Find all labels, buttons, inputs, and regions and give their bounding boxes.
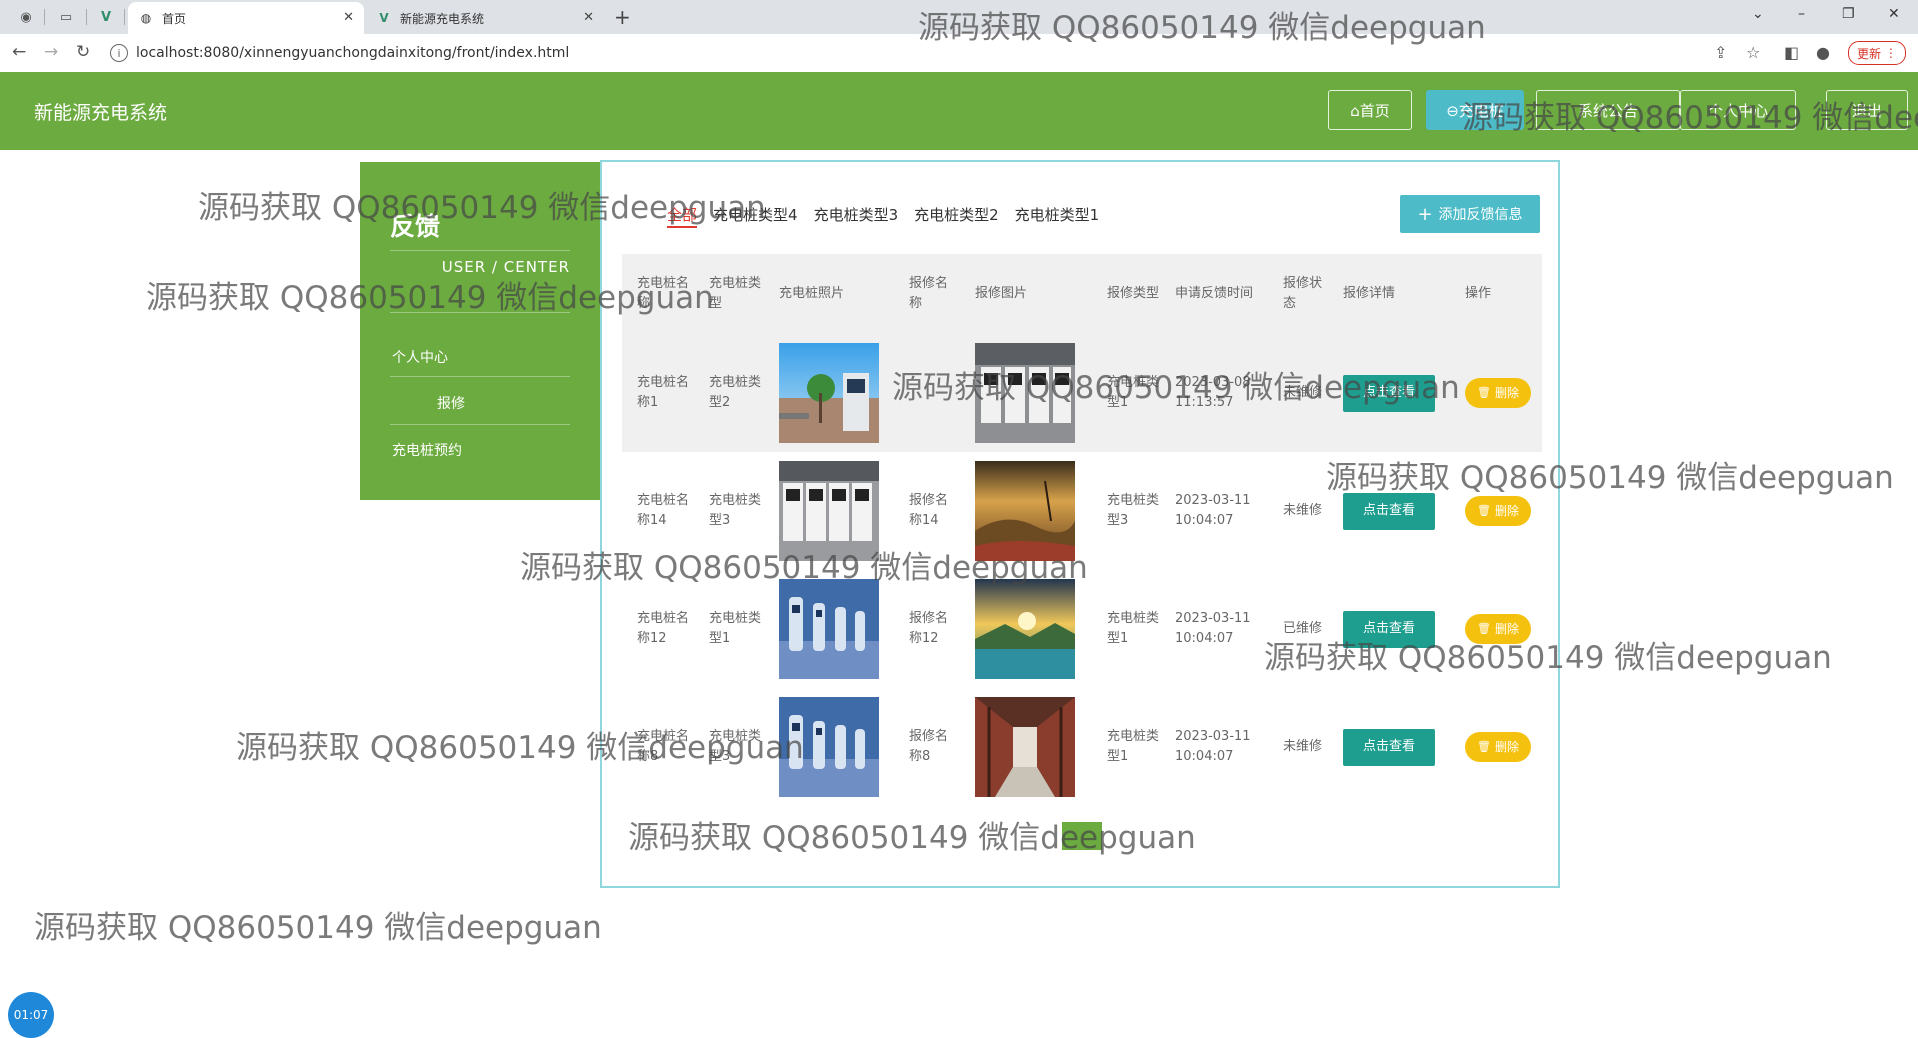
- action-cell: 🗑 删除: [1450, 688, 1542, 806]
- apply-time-cell: 2023-03-11 10:04:07: [1175, 729, 1251, 764]
- side-item-booking[interactable]: 充电桩预约: [392, 440, 462, 460]
- table-header-row: 充电桩名称 充电桩类型 充电桩照片 报修名称 报修图片 报修类型 申请反馈时间 …: [622, 254, 1542, 334]
- repair-status-cell: 未维修: [1283, 503, 1323, 518]
- pile-name-cell: 充电桩名称1: [637, 375, 690, 410]
- globe-icon: ◍: [140, 11, 152, 25]
- repair-photo: [960, 688, 1092, 806]
- watermark: 源码获取 QQ86050149 微信deepguan: [628, 820, 1196, 856]
- chrome-icon[interactable]: ◉: [16, 7, 36, 27]
- watermark: 源码获取 QQ86050149 微信deepguan: [1264, 640, 1832, 676]
- repair-type-cell: 充电桩类型1: [1107, 611, 1160, 646]
- add-feedback-button[interactable]: + 添加反馈信息: [1400, 195, 1540, 233]
- col-header: 报修详情: [1343, 286, 1396, 301]
- filter-type2[interactable]: 充电桩类型2: [914, 204, 999, 228]
- tab-divider: [86, 9, 87, 25]
- new-tab-plus-icon[interactable]: +: [614, 5, 631, 29]
- recording-timer-badge[interactable]: 01:07: [8, 992, 54, 1038]
- pile-photo: [764, 334, 894, 452]
- feedback-content: 全部 充电桩类型4 充电桩类型3 充电桩类型2 充电桩类型1 + 添加反馈信息 …: [600, 160, 1560, 888]
- watermark: 源码获取 QQ86050149 微信deepguan: [146, 280, 714, 316]
- chevron-down-icon[interactable]: ⌄: [1752, 6, 1764, 22]
- filter-type1[interactable]: 充电桩类型1: [1015, 204, 1100, 228]
- watermark: 源码获取 QQ86050149 微信deepguan: [918, 10, 1486, 46]
- restore-icon[interactable]: ❐: [1842, 6, 1855, 22]
- watermark: 源码获取 QQ86050149 微信deepguan: [1462, 100, 1918, 136]
- col-header: 报修名称: [909, 276, 949, 311]
- col-header: 充电桩照片: [779, 286, 845, 301]
- tab-home[interactable]: ◍ 首页 ✕: [128, 2, 364, 34]
- col-header: 报修图片: [975, 286, 1028, 301]
- add-feedback-label: 添加反馈信息: [1438, 207, 1523, 223]
- tab-label: 新能源充电系统: [400, 11, 485, 26]
- close-icon[interactable]: ✕: [583, 10, 594, 25]
- divider: [390, 250, 570, 251]
- view-detail-button[interactable]: 点击查看: [1343, 728, 1435, 766]
- close-icon[interactable]: ✕: [343, 10, 354, 25]
- repair-type-cell: 充电桩类型1: [1107, 729, 1160, 764]
- watermark: 源码获取 QQ86050149 微信deepguan: [198, 190, 766, 226]
- sidebar-icon[interactable]: ◧: [1784, 43, 1799, 62]
- delete-button[interactable]: 🗑 删除: [1465, 496, 1531, 526]
- trash-icon: 🗑: [1477, 740, 1491, 753]
- url-text: localhost:8080/xinnengyuanchongdainxiton…: [136, 45, 570, 61]
- action-cell: 🗑 删除: [1450, 334, 1542, 452]
- filter-type3[interactable]: 充电桩类型3: [814, 204, 899, 228]
- repair-type-cell: 充电桩类型3: [1107, 493, 1160, 528]
- apply-time-cell: 2023-03-11 10:04:07: [1175, 611, 1251, 646]
- watermark: 源码获取 QQ86050149 微信deepguan: [1326, 460, 1894, 496]
- forward-arrow-icon[interactable]: →: [44, 42, 58, 62]
- watermark: 源码获取 QQ86050149 微信deepguan: [34, 910, 602, 946]
- col-header: 操作: [1465, 286, 1492, 301]
- pile-type-cell: 充电桩类型1: [709, 611, 762, 646]
- pile-photo: [764, 570, 894, 688]
- detail-cell: 点击查看: [1328, 688, 1450, 806]
- site-title: 新能源充电系统: [34, 102, 168, 124]
- nav-home-button[interactable]: ⌂首页: [1328, 90, 1412, 130]
- watermark: 源码获取 QQ86050149 微信deepguan: [892, 370, 1460, 406]
- info-icon[interactable]: i: [110, 44, 128, 62]
- reload-icon[interactable]: ↻: [76, 42, 90, 62]
- view-detail-button[interactable]: 点击查看: [1343, 492, 1435, 530]
- pile-type-cell: 充电桩类型2: [709, 375, 762, 410]
- divider: [390, 424, 570, 425]
- blank-page-icon[interactable]: ▭: [56, 7, 76, 27]
- col-header: 报修状态: [1283, 276, 1323, 311]
- repair-status-cell: 未维修: [1283, 739, 1323, 754]
- trash-icon: 🗑: [1477, 504, 1491, 517]
- vue-logo-icon[interactable]: V: [96, 7, 116, 27]
- tab-label: 首页: [162, 11, 187, 26]
- minimize-icon[interactable]: –: [1798, 6, 1805, 22]
- watermark: 源码获取 QQ86050149 微信deepguan: [520, 550, 1088, 586]
- close-window-icon[interactable]: ✕: [1888, 6, 1900, 22]
- tab-divider: [44, 9, 45, 25]
- back-arrow-icon[interactable]: ←: [12, 42, 26, 62]
- pile-name-cell: 充电桩名称12: [637, 611, 690, 646]
- star-icon[interactable]: ☆: [1746, 43, 1760, 62]
- apply-time-cell: 2023-03-11 10:04:07: [1175, 493, 1251, 528]
- side-item-user-center[interactable]: 个人中心: [392, 347, 448, 367]
- delete-button[interactable]: 🗑 删除: [1465, 378, 1531, 408]
- col-header: 报修类型: [1107, 286, 1160, 301]
- update-button[interactable]: 更新 ⋮: [1848, 41, 1906, 65]
- vue-logo-icon: V: [379, 11, 389, 25]
- tab-divider: [124, 9, 125, 25]
- repair-name-cell: 报修名称8: [909, 729, 949, 764]
- trash-icon: 🗑: [1477, 386, 1491, 399]
- tab-new-energy[interactable]: V 新能源充电系统 ✕: [366, 2, 604, 34]
- watermark: 源码获取 QQ86050149 微信deepguan: [236, 730, 804, 766]
- profile-icon[interactable]: ●: [1816, 43, 1830, 62]
- repair-photo: [960, 570, 1092, 688]
- repair-name-cell: 报修名称12: [909, 611, 949, 646]
- delete-button[interactable]: 🗑 删除: [1465, 732, 1531, 762]
- divider: [390, 376, 570, 377]
- side-item-repair[interactable]: 报修: [437, 393, 465, 413]
- share-icon[interactable]: ⇪: [1714, 43, 1727, 62]
- plus-icon: +: [1417, 203, 1433, 225]
- col-header: 申请反馈时间: [1175, 286, 1254, 301]
